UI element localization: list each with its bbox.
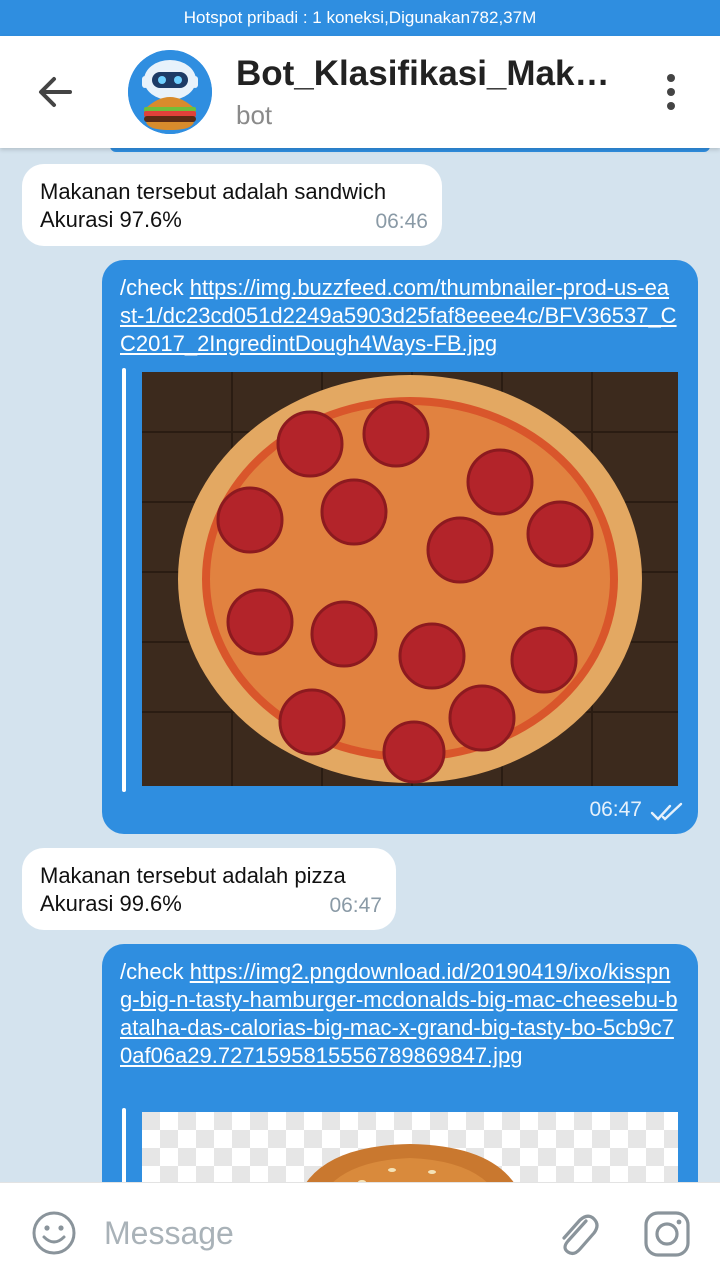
paperclip-icon[interactable] — [552, 1207, 600, 1259]
double-check-icon — [650, 802, 683, 821]
robot-burger-avatar-image — [128, 50, 212, 134]
message-text: /check https://img2.pngdownload.id/20190… — [120, 958, 680, 1070]
image-link[interactable]: https://img2.pngdownload.id/20190419/ixo… — [120, 959, 678, 1068]
message-input[interactable] — [104, 1213, 524, 1253]
message-time: 06:47 — [329, 894, 382, 917]
arrow-left-icon[interactable] — [30, 72, 80, 112]
message-text: /check https://img.buzzfeed.com/thumbnai… — [120, 274, 680, 358]
outgoing-message[interactable]: /check https://img.buzzfeed.com/thumbnai… — [102, 260, 698, 834]
emoji-icon[interactable] — [30, 1209, 78, 1257]
hotspot-status-text: Hotspot pribadi : 1 koneksi,Digunakan782… — [183, 8, 537, 27]
message-text-line: Akurasi 99.6% — [40, 891, 182, 916]
incoming-message[interactable]: Makanan tersebut adalah sandwich Akurasi… — [22, 164, 442, 246]
message-text-line: Makanan tersebut adalah pizza — [40, 863, 346, 888]
more-vertical-icon[interactable] — [656, 72, 686, 112]
chat-title[interactable]: Bot_Klasifikasi_Makanan — [236, 54, 616, 94]
chat-header: Bot_Klasifikasi_Makanan bot — [0, 36, 720, 148]
message-time: 06:47 — [589, 798, 642, 821]
image-link[interactable]: https://img.buzzfeed.com/thumbnailer-pro… — [120, 275, 677, 356]
camera-icon[interactable] — [642, 1209, 692, 1259]
bot-avatar[interactable] — [128, 50, 212, 134]
message-time: 06:46 — [375, 210, 428, 233]
incoming-message[interactable]: Makanan tersebut adalah pizza Akurasi 99… — [22, 848, 396, 930]
pizza-preview-image[interactable] — [142, 372, 678, 786]
chat-subtitle: bot — [236, 100, 273, 130]
message-text-line: Akurasi 97.6% — [40, 207, 182, 232]
message-composer — [0, 1182, 720, 1280]
command-text: /check — [120, 959, 184, 984]
message-text-line: Makanan tersebut adalah sandwich — [40, 179, 387, 204]
system-status-bar: Hotspot pribadi : 1 koneksi,Digunakan782… — [0, 0, 720, 36]
command-text: /check — [120, 275, 184, 300]
link-preview-bar — [122, 368, 126, 792]
